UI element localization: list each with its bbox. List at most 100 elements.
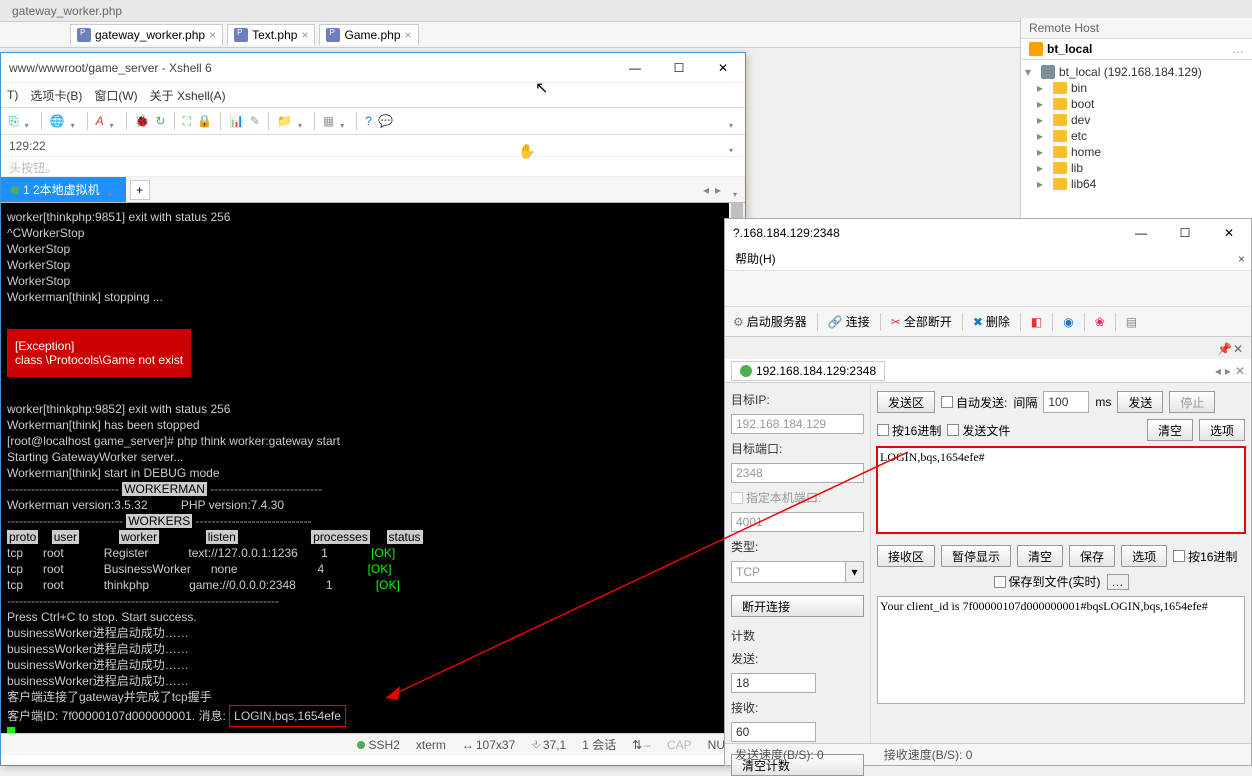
- terminal[interactable]: worker[thinkphp:9851] exit with status 2…: [1, 203, 745, 733]
- tab-list-icon[interactable]: [733, 186, 741, 194]
- pin-icon[interactable]: 📌: [1217, 342, 1229, 354]
- edit-icon[interactable]: ✎: [250, 114, 260, 128]
- fullscreen-icon[interactable]: ⛶: [183, 114, 191, 129]
- dots-icon[interactable]: …: [1232, 42, 1244, 56]
- socket-titlebar[interactable]: ?.168.184.129:2348 — ☐ ✕: [725, 219, 1251, 247]
- toolbar-overflow-icon[interactable]: [729, 117, 737, 125]
- send-button[interactable]: 发送: [1117, 391, 1163, 413]
- menu-item[interactable]: 关于 Xshell(A): [150, 87, 226, 104]
- chart-icon[interactable]: 📊: [229, 114, 244, 128]
- connection-tab[interactable]: 192.168.184.129:2348: [731, 361, 885, 381]
- send-textarea[interactable]: LOGIN,bqs,1654efe#: [877, 447, 1245, 533]
- minimize-button[interactable]: —: [1127, 223, 1155, 243]
- collapse-icon[interactable]: ▾: [1025, 65, 1037, 79]
- session-tab-active[interactable]: 1 2本地虚拟机: [1, 177, 126, 202]
- socket-title: ?.168.184.129:2348: [733, 226, 840, 240]
- font-icon[interactable]: A: [96, 114, 104, 128]
- interval-label: 间隔: [1013, 394, 1037, 411]
- menu-close-icon[interactable]: ×: [1238, 252, 1245, 266]
- disconnect-all-button[interactable]: ✂全部断开: [891, 313, 952, 330]
- tree-root[interactable]: ▾ bt_local (192.168.184.129): [1025, 64, 1248, 80]
- send-header-row2: 按16进制 发送文件 清空 选项: [877, 419, 1245, 441]
- tab-next-icon[interactable]: ▸: [715, 183, 721, 197]
- tool-icon[interactable]: ◧: [1031, 315, 1042, 329]
- ide-top-tab[interactable]: gateway_worker.php: [4, 2, 130, 20]
- clear-recv-button[interactable]: 清空: [1017, 545, 1063, 567]
- recv-textarea[interactable]: Your client_id is 7f00000107d000000001#b…: [877, 596, 1245, 704]
- disconnect-button[interactable]: 断开连接: [731, 595, 864, 617]
- new-session-icon[interactable]: ⎘: [9, 114, 19, 129]
- options-button[interactable]: 选项: [1199, 419, 1245, 441]
- expand-icon[interactable]: ▸: [1037, 161, 1049, 175]
- hex-recv-check[interactable]: 按16进制: [1173, 548, 1237, 565]
- refresh-icon[interactable]: ↻: [156, 114, 166, 128]
- tab-dropdown-icon[interactable]: [108, 186, 116, 194]
- maximize-button[interactable]: ☐: [1171, 223, 1199, 243]
- tab-prev-icon[interactable]: ◂: [1215, 364, 1221, 378]
- hex-send-check[interactable]: 按16进制: [877, 422, 941, 439]
- hex-send-label: 按16进制: [892, 422, 941, 439]
- ellipsis-icon[interactable]: …: [1107, 574, 1129, 590]
- expand-icon[interactable]: ▸: [1037, 177, 1049, 191]
- expand-icon[interactable]: ▸: [1037, 97, 1049, 111]
- expand-icon[interactable]: ▸: [1037, 145, 1049, 159]
- start-server-button[interactable]: ⚙启动服务器: [733, 313, 807, 330]
- lock-icon[interactable]: 🔒: [197, 114, 212, 128]
- recv-options-button[interactable]: 选项: [1121, 545, 1167, 567]
- tree-folder[interactable]: ▸lib: [1037, 160, 1248, 176]
- tab-prev-icon[interactable]: ◂: [703, 183, 709, 197]
- xshell-titlebar[interactable]: www/wwwroot/game_server - Xshell 6 — ☐ ✕: [1, 53, 745, 83]
- close-icon[interactable]: ×: [301, 28, 308, 42]
- interval-field[interactable]: [1043, 391, 1089, 413]
- tool-icon[interactable]: ◉: [1063, 315, 1073, 329]
- remote-host-header[interactable]: bt_local …: [1021, 38, 1252, 60]
- menu-item[interactable]: 选项卡(B): [30, 87, 82, 104]
- tool-icon[interactable]: ❀: [1095, 315, 1105, 329]
- ide-tab-game[interactable]: Game.php ×: [319, 24, 418, 45]
- expand-icon[interactable]: ▸: [1037, 113, 1049, 127]
- help-icon[interactable]: ?: [365, 114, 372, 128]
- tree-folder[interactable]: ▸bin: [1037, 80, 1248, 96]
- close-button[interactable]: ✕: [709, 58, 737, 78]
- ide-tab-text[interactable]: Text.php ×: [227, 24, 315, 45]
- bug-icon[interactable]: 🐞: [135, 114, 150, 128]
- tree-folder[interactable]: ▸lib64: [1037, 176, 1248, 192]
- globe-icon[interactable]: 🌐: [50, 114, 65, 128]
- save-button[interactable]: 保存: [1069, 545, 1115, 567]
- save-to-file-check[interactable]: 保存到文件(实时): [994, 573, 1101, 590]
- send-file-check[interactable]: 发送文件: [947, 422, 1010, 439]
- pin-row: 📌 ✕: [725, 337, 1251, 359]
- recv-area-button[interactable]: 接收区: [877, 545, 935, 567]
- dropdown-icon[interactable]: [729, 142, 737, 150]
- close-button[interactable]: ✕: [1215, 223, 1243, 243]
- maximize-button[interactable]: ☐: [665, 58, 693, 78]
- menu-item[interactable]: 窗口(W): [94, 87, 137, 104]
- tab-next-icon[interactable]: ▸: [1225, 364, 1231, 378]
- folder-icon[interactable]: 📁: [277, 114, 292, 128]
- close-icon[interactable]: ×: [405, 28, 412, 42]
- ide-tab-gateway[interactable]: gateway_worker.php ×: [70, 24, 223, 45]
- connect-button[interactable]: 🔗连接: [828, 313, 870, 330]
- minimize-button[interactable]: —: [621, 58, 649, 78]
- close-icon[interactable]: ✕: [1235, 364, 1245, 378]
- tree-folder[interactable]: ▸boot: [1037, 96, 1248, 112]
- clear-send-button[interactable]: 清空: [1147, 419, 1193, 441]
- send-area-button[interactable]: 发送区: [877, 391, 935, 413]
- menu-help[interactable]: 帮助(H): [735, 250, 776, 267]
- tree-folder[interactable]: ▸etc: [1037, 128, 1248, 144]
- expand-icon[interactable]: ▸: [1037, 81, 1049, 95]
- address-bar[interactable]: 129:22: [1, 135, 745, 157]
- close-icon[interactable]: ✕: [1233, 342, 1245, 354]
- comment-icon[interactable]: 💬: [378, 114, 393, 128]
- menu-item[interactable]: T): [7, 88, 18, 102]
- tree-folder[interactable]: ▸dev: [1037, 112, 1248, 128]
- close-icon[interactable]: ×: [209, 28, 216, 42]
- expand-icon[interactable]: ▸: [1037, 129, 1049, 143]
- auto-send-check[interactable]: 自动发送:: [941, 394, 1007, 411]
- pause-button[interactable]: 暂停显示: [941, 545, 1011, 567]
- tool-icon[interactable]: ▤: [1126, 315, 1137, 329]
- tree-folder[interactable]: ▸home: [1037, 144, 1248, 160]
- add-tab-button[interactable]: +: [130, 180, 150, 200]
- delete-button[interactable]: ✖删除: [973, 313, 1010, 330]
- layout-icon[interactable]: ▦: [323, 114, 334, 128]
